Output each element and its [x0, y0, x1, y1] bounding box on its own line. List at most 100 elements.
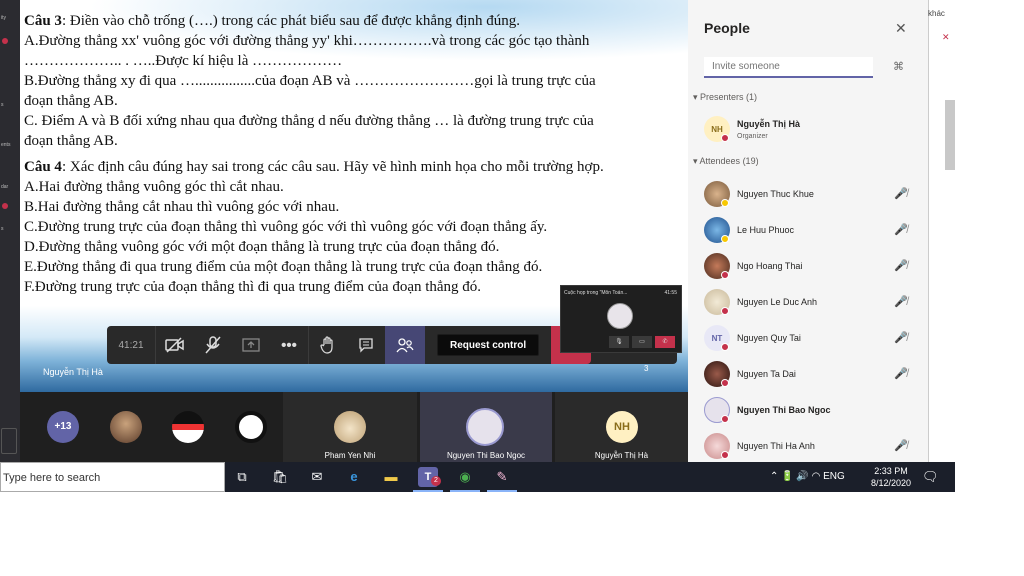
participant-row-organizer[interactable]: NH Nguyễn Thị Hà Organizer: [704, 116, 914, 144]
help-icon[interactable]: [1, 428, 17, 454]
mic-off-icon[interactable]: 🎤̸: [894, 223, 908, 236]
participant-name: Nguyen Thi Ha Anh: [737, 441, 815, 451]
mini-meeting-window[interactable]: Cuộc họp trong "Môn Toán... 41:55 🎙 ▭ ✆: [560, 285, 682, 353]
participant-name: Nguyễn Thị Hà: [737, 119, 801, 129]
more-actions-icon[interactable]: •••: [270, 326, 308, 364]
video-tile[interactable]: Pham Yen Nhi: [283, 392, 417, 462]
camera-off-icon[interactable]: [156, 326, 194, 364]
invite-someone-input[interactable]: [704, 57, 873, 78]
store-icon[interactable]: 🛍: [270, 467, 290, 487]
cau4-item-c: C.Đường trung trực của đoạn thẳng thì vu…: [24, 219, 548, 235]
mic-off-icon[interactable]: 🎤̸: [894, 295, 908, 308]
cau3-line-b2: đoạn thẳng AB.: [24, 93, 118, 109]
more-participants-badge[interactable]: +13: [47, 411, 79, 443]
cau3-line-b: B.Đường thẳng xy đi qua …...............…: [24, 73, 596, 89]
calendar-badge: [2, 203, 8, 209]
tile-name: Pham Yen Nhi: [324, 451, 376, 460]
rail-label-activity[interactable]: ity: [1, 15, 6, 21]
teams-app-rail: ity s ents dar s: [0, 0, 20, 462]
close-icon[interactable]: ✕: [942, 32, 950, 43]
clock-date: 8/12/2020: [870, 478, 912, 488]
background-window-scrollbar[interactable]: [928, 0, 955, 492]
cau4-item-a: A.Hai đường thẳng vuông góc thì cắt nhau…: [24, 179, 284, 195]
background-window-text: khác: [928, 9, 945, 18]
call-timer: 41:21: [118, 339, 144, 351]
participant-name: Nguyen Ta Dai: [737, 369, 796, 379]
participant-row[interactable]: Nguyen Thi Ha Anh 🎤̸: [704, 433, 914, 461]
file-explorer-icon[interactable]: ▬: [381, 467, 401, 487]
participant-avatar[interactable]: [172, 411, 204, 443]
cau4-item-e: E.Đường thẳng đi qua trung điểm của một …: [24, 259, 543, 275]
raise-hand-icon[interactable]: [309, 326, 347, 364]
edge-icon[interactable]: e: [344, 467, 364, 487]
mic-off-icon[interactable]: 🎤̸: [894, 331, 908, 344]
task-view-icon[interactable]: ⧉: [232, 467, 252, 487]
language-indicator[interactable]: ENG: [823, 471, 845, 482]
close-icon[interactable]: ✕: [895, 20, 907, 37]
video-gallery-strip: +13 Pham Yen Nhi Nguyen Thi Bao Ngoc NH …: [20, 392, 688, 462]
participant-avatar[interactable]: [110, 411, 142, 443]
rail-label-calls[interactable]: s: [1, 226, 4, 232]
mail-icon[interactable]: ✉: [307, 467, 327, 487]
participant-avatar: NH: [606, 411, 638, 443]
mini-hangup-icon[interactable]: ✆: [655, 336, 675, 348]
mic-off-icon[interactable]: [194, 326, 232, 364]
share-screen-icon[interactable]: [232, 326, 270, 364]
mini-avatar: [607, 303, 633, 329]
tile-name: Nguyen Thi Bao Ngoc: [446, 451, 526, 460]
notification-center-icon[interactable]: 🗨: [922, 469, 939, 485]
participant-avatar: [334, 411, 366, 443]
participant-name: Nguyen Le Duc Anh: [737, 297, 818, 307]
participant-row[interactable]: Nguyen Ta Dai 🎤̸: [704, 361, 914, 389]
request-control-button[interactable]: Request control: [437, 334, 540, 356]
participant-row[interactable]: Ngo Hoang Thai 🎤̸: [704, 253, 914, 281]
participant-name: Le Huu Phuoc: [737, 225, 795, 235]
paint-icon[interactable]: ✎: [492, 467, 512, 487]
chat-icon[interactable]: [347, 326, 385, 364]
participant-row[interactable]: Nguyen Le Duc Anh 🎤̸: [704, 289, 914, 317]
rail-label-teams[interactable]: s: [1, 102, 4, 108]
cau4-item-f: F.Đường trung trực của đoạn thẳng thì đi…: [24, 279, 482, 295]
mic-off-icon[interactable]: 🎤̸: [894, 187, 908, 200]
cau4-item-b: B.Hai đường thẳng cắt nhau thì vuông góc…: [24, 199, 340, 215]
participant-avatar[interactable]: [235, 411, 267, 443]
mini-window-timer: 41:55: [664, 290, 677, 296]
taskbar-clock[interactable]: 2:33 PM 8/12/2020: [868, 465, 914, 489]
presenter-label: Nguyễn Thị Hà: [43, 367, 103, 377]
participant-name: Ngo Hoang Thai: [737, 261, 803, 271]
participant-row[interactable]: Le Huu Phuoc 🎤̸: [704, 217, 914, 245]
people-panel: People ✕ ⌘ ▾ Presenters (1) NH Nguyễn Th…: [688, 0, 928, 462]
participant-row[interactable]: NT Nguyen Quy Tai 🎤̸: [704, 325, 914, 353]
mic-off-icon[interactable]: 🎤̸: [894, 259, 908, 272]
taskbar-search-box[interactable]: Type here to search: [0, 462, 225, 492]
windows-taskbar: Type here to search ⧉ 🛍 ✉ e ▬ T 2 ◉ ✎ ⌃ …: [0, 462, 955, 492]
video-tile[interactable]: Nguyen Thi Bao Ngoc: [420, 392, 552, 462]
rail-label-calendar[interactable]: dar: [1, 184, 8, 190]
cau4-item-d: D.Đường thẳng vuông góc với một đoạn thẳ…: [24, 239, 500, 255]
panel-title: People: [704, 20, 750, 36]
cau3-line-c: C. Điểm A và B đối xứng nhau qua đường t…: [24, 113, 594, 129]
attendees-header[interactable]: ▾ Attendees (19): [693, 156, 759, 167]
notification-badge: [2, 38, 8, 44]
rail-label-assignments[interactable]: ents: [1, 142, 10, 148]
mic-off-icon[interactable]: 🎤̸: [894, 367, 908, 380]
teams-badge: 2: [431, 476, 441, 486]
mic-off-icon[interactable]: 🎤̸: [894, 439, 908, 452]
chrome-icon[interactable]: ◉: [455, 467, 475, 487]
mini-mic-icon[interactable]: 🎙: [609, 336, 629, 348]
presenters-header[interactable]: ▾ Presenters (1): [693, 92, 757, 103]
participant-row[interactable]: Nguyen Thuc Khue 🎤̸: [704, 181, 914, 209]
system-tray[interactable]: ⌃ 🔋 🔊 ◠ ENG: [770, 471, 845, 482]
screen: ity s ents dar s Câu 3: Điền vào chỗ trố…: [0, 0, 1024, 576]
scrollbar-thumb[interactable]: [945, 100, 955, 170]
video-tile[interactable]: NH Nguyễn Thị Hà: [555, 392, 688, 462]
tile-name: Nguyễn Thị Hà: [594, 451, 649, 460]
show-participants-icon[interactable]: [385, 326, 425, 364]
slide-page-number: 3: [644, 364, 649, 373]
participant-row[interactable]: Nguyen Thi Bao Ngoc: [704, 397, 914, 425]
mini-share-icon[interactable]: ▭: [632, 336, 652, 348]
share-link-icon[interactable]: ⌘: [893, 60, 904, 73]
participant-name: Nguyen Thi Bao Ngoc: [737, 405, 831, 415]
participant-role: Organizer: [737, 133, 768, 140]
cau3-heading: Câu 3: Điền vào chỗ trống (….) trong các…: [24, 13, 520, 29]
